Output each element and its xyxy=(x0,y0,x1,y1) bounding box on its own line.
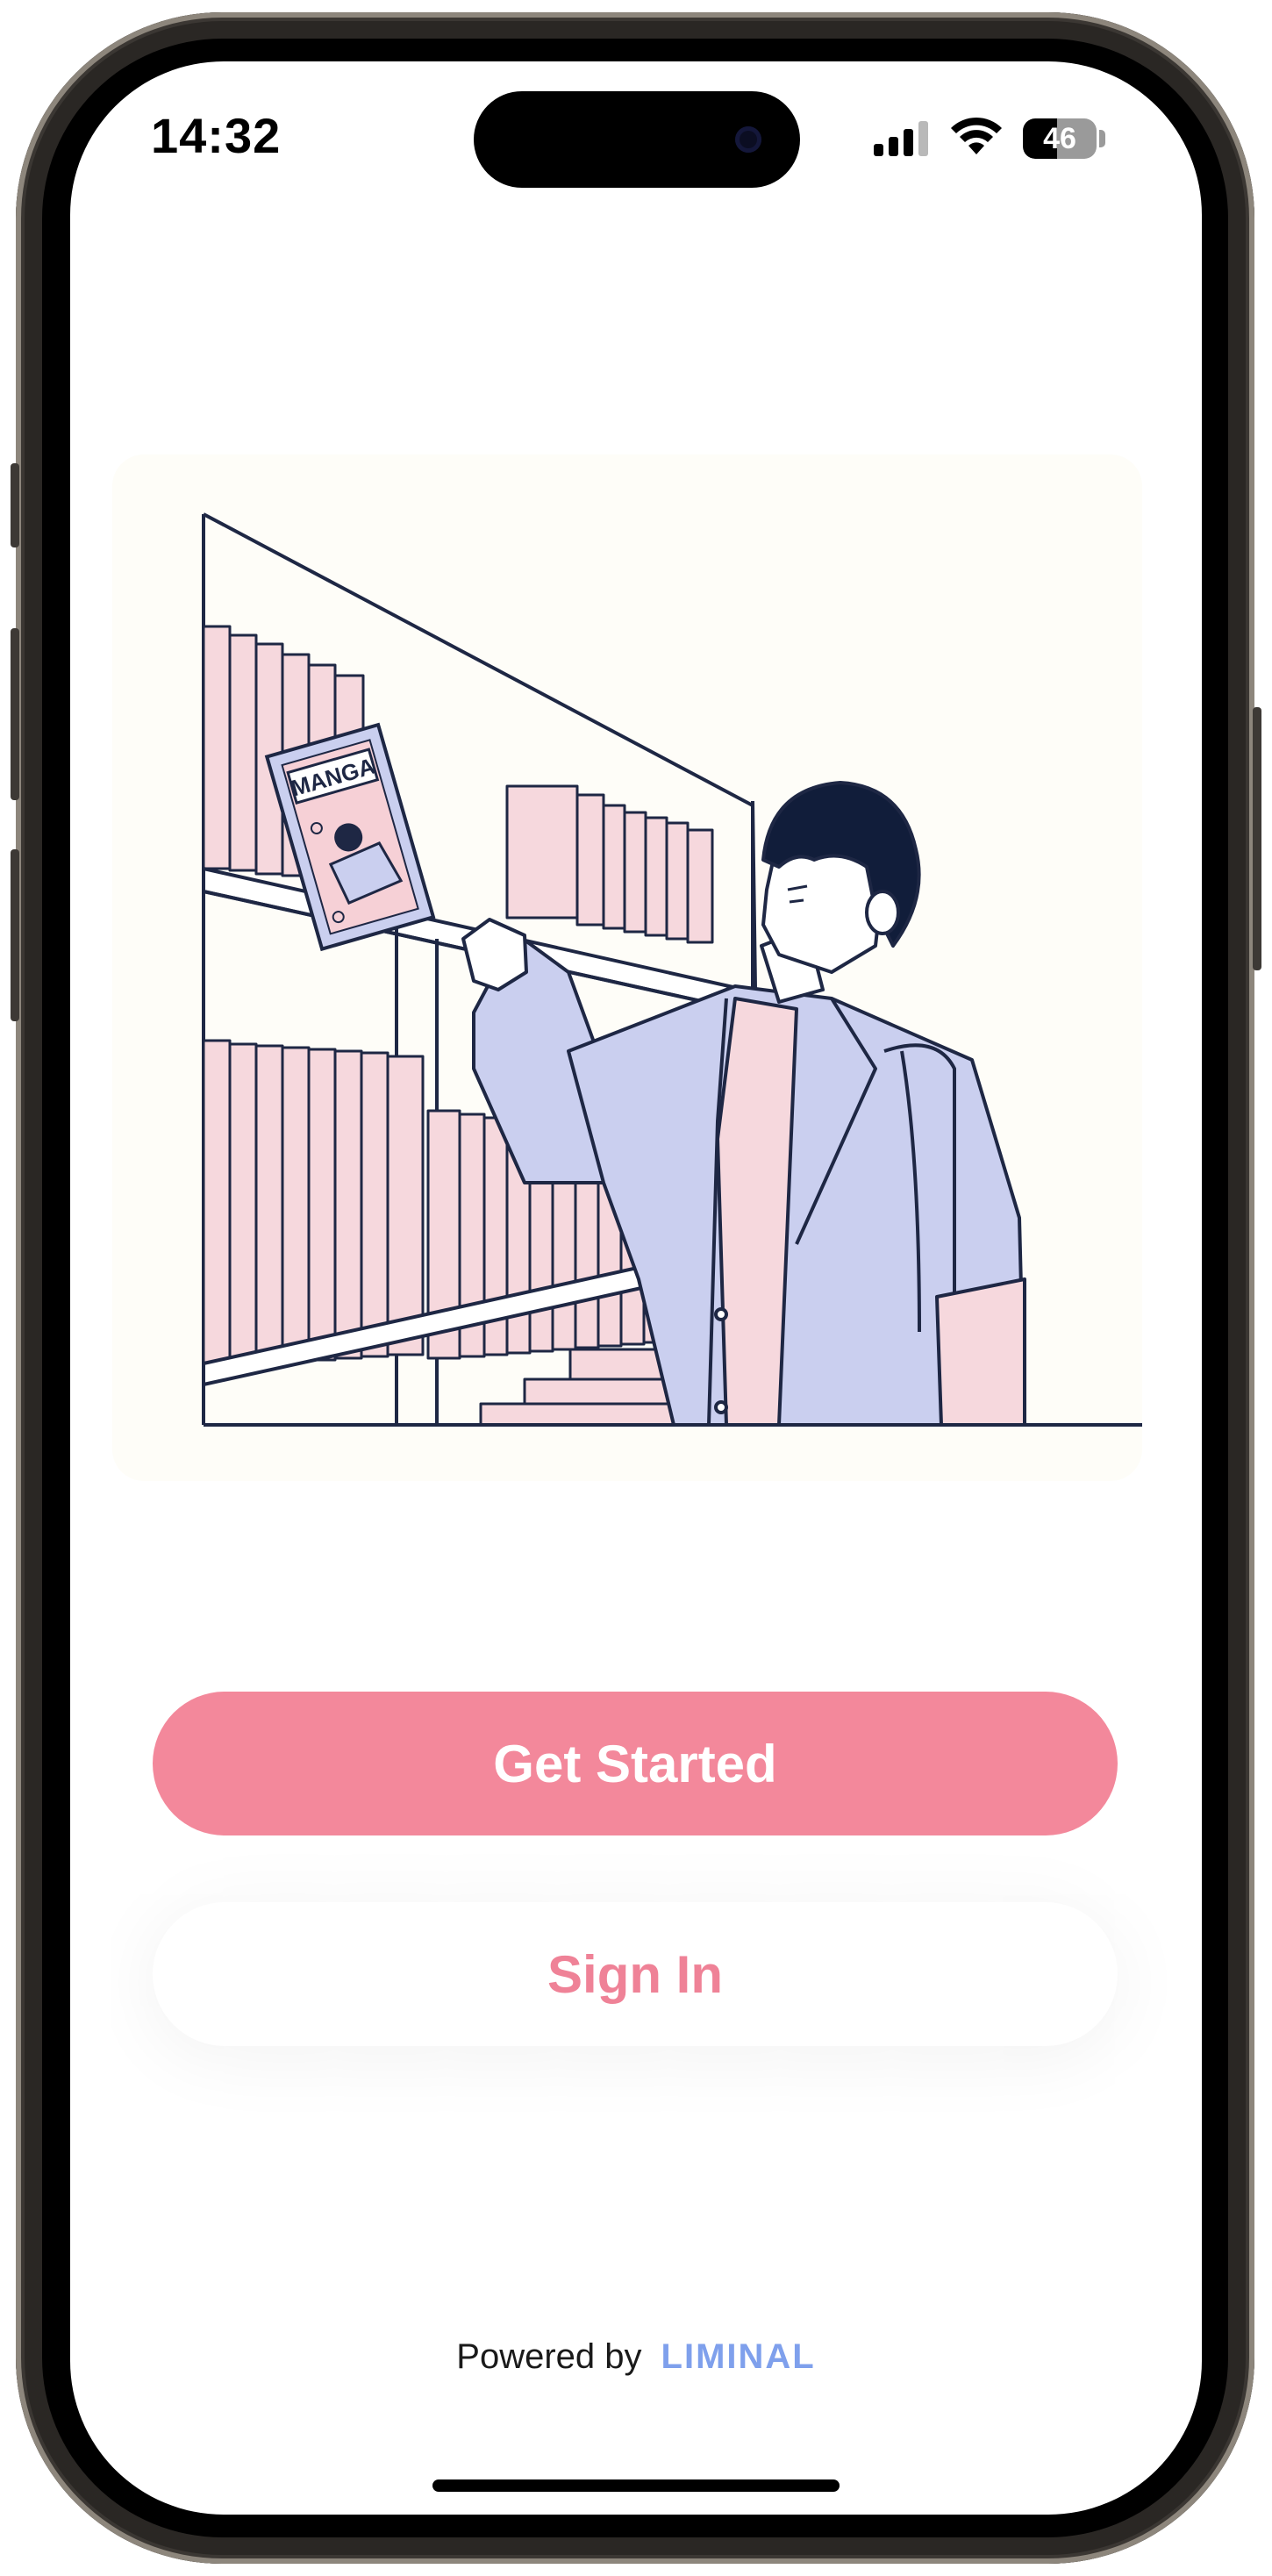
battery-tip xyxy=(1099,130,1105,147)
wifi-icon xyxy=(951,117,1002,154)
dynamic-island xyxy=(474,91,800,188)
status-time: 14:32 xyxy=(151,108,282,163)
cellular-signal-icon xyxy=(874,121,928,156)
volume-down-button xyxy=(11,849,19,1021)
brand-name[interactable]: LIMINAL xyxy=(661,2337,816,2376)
sign-in-button[interactable]: Sign In xyxy=(153,1902,1118,2046)
battery-icon: 46 xyxy=(1023,118,1097,159)
battery-level: 46 xyxy=(1043,122,1076,155)
person-picking-manga-illustration: MANGA xyxy=(202,512,1142,1427)
front-camera-icon xyxy=(735,126,761,153)
home-indicator[interactable] xyxy=(432,2479,840,2492)
powered-by-text: Powered by xyxy=(456,2337,642,2376)
volume-up-button xyxy=(11,628,19,800)
action-button xyxy=(11,463,19,547)
get-started-button[interactable]: Get Started xyxy=(153,1692,1118,1835)
powered-by-footer: Powered by LIMINAL xyxy=(0,2337,1272,2377)
power-button xyxy=(1253,707,1261,970)
